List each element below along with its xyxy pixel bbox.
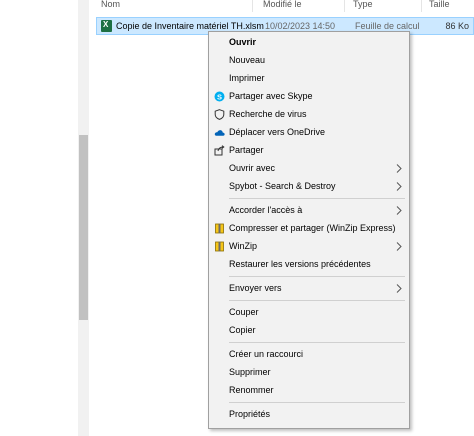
navigation-pane — [0, 0, 78, 436]
column-divider[interactable] — [421, 0, 422, 12]
menu-item-label: Supprimer — [229, 367, 271, 377]
chevron-right-icon — [394, 205, 403, 216]
column-header-size[interactable]: Taille — [429, 0, 450, 9]
menu-item-label: Ouvrir — [229, 37, 257, 47]
menu-separator — [229, 300, 405, 301]
menu-item-share[interactable]: Partager — [209, 142, 409, 160]
menu-item-delete[interactable]: Supprimer — [209, 364, 409, 382]
chevron-right-icon — [394, 163, 403, 174]
skype-icon: S — [214, 91, 225, 102]
menu-item-new[interactable]: Nouveau — [209, 52, 409, 70]
svg-text:S: S — [217, 92, 222, 101]
context-menu: Ouvrir Nouveau Imprimer S Partager avec … — [208, 31, 410, 429]
menu-item-properties[interactable]: Propriétés — [209, 406, 409, 424]
menu-item-winzip[interactable]: WinZip — [209, 238, 409, 256]
menu-item-label: Ouvrir avec — [229, 163, 276, 173]
share-icon — [214, 145, 225, 156]
file-size: 86 Ko — [445, 21, 469, 31]
column-header-modified[interactable]: Modifié le — [263, 0, 302, 9]
menu-item-winzip-express[interactable]: Compresser et partager (WinZip Express) — [209, 220, 409, 238]
menu-item-label: Imprimer — [229, 73, 265, 83]
menu-item-label: Recherche de virus — [229, 109, 307, 119]
chevron-right-icon — [394, 181, 403, 192]
file-name: Copie de Inventaire matériel TH.xlsm — [116, 21, 264, 31]
winzip-icon — [214, 241, 225, 252]
menu-item-share-skype[interactable]: S Partager avec Skype — [209, 88, 409, 106]
menu-separator — [229, 276, 405, 277]
column-header-type[interactable]: Type — [353, 0, 373, 9]
column-header-name[interactable]: Nom — [101, 0, 120, 9]
menu-item-label: Envoyer vers — [229, 283, 282, 293]
menu-item-label: Partager — [229, 145, 264, 155]
menu-item-send-to[interactable]: Envoyer vers — [209, 280, 409, 298]
menu-item-virus-scan[interactable]: Recherche de virus — [209, 106, 409, 124]
scrollbar-thumb[interactable] — [79, 135, 88, 320]
chevron-right-icon — [394, 283, 403, 294]
winzip-icon — [214, 223, 225, 234]
menu-item-spybot[interactable]: Spybot - Search & Destroy — [209, 178, 409, 196]
menu-item-label: Nouveau — [229, 55, 266, 65]
column-headers: Nom Modifié le Type Taille — [89, 0, 474, 12]
menu-item-label: WinZip — [229, 241, 258, 251]
menu-item-copy[interactable]: Copier — [209, 322, 409, 340]
menu-item-label: Déplacer vers OneDrive — [229, 127, 326, 137]
onedrive-cloud-icon — [214, 127, 225, 138]
menu-item-cut[interactable]: Couper — [209, 304, 409, 322]
menu-item-label: Renommer — [229, 385, 274, 395]
menu-item-label: Créer un raccourci — [229, 349, 304, 359]
menu-item-label: Copier — [229, 325, 256, 335]
menu-separator — [229, 402, 405, 403]
excel-file-icon — [101, 20, 112, 32]
column-divider[interactable] — [252, 0, 253, 12]
menu-item-label: Propriétés — [229, 409, 271, 419]
menu-item-label: Couper — [229, 307, 259, 317]
shield-icon — [214, 109, 225, 120]
file-modified-date: 10/02/2023 14:50 — [265, 21, 336, 31]
menu-item-rename[interactable]: Renommer — [209, 382, 409, 400]
menu-item-label: Restaurer les versions précédentes — [229, 259, 371, 269]
menu-item-label: Accorder l'accès à — [229, 205, 303, 215]
menu-item-restore-versions[interactable]: Restaurer les versions précédentes — [209, 256, 409, 274]
menu-separator — [229, 198, 405, 199]
menu-item-open-with[interactable]: Ouvrir avec — [209, 160, 409, 178]
chevron-right-icon — [394, 241, 403, 252]
menu-separator — [229, 342, 405, 343]
menu-item-move-onedrive[interactable]: Déplacer vers OneDrive — [209, 124, 409, 142]
menu-item-create-shortcut[interactable]: Créer un raccourci — [209, 346, 409, 364]
file-type: Feuille de calcul — [355, 21, 420, 31]
menu-item-label: Compresser et partager (WinZip Express) — [229, 223, 396, 233]
menu-item-print[interactable]: Imprimer — [209, 70, 409, 88]
menu-item-give-access[interactable]: Accorder l'accès à — [209, 202, 409, 220]
menu-item-open[interactable]: Ouvrir — [209, 34, 409, 52]
menu-item-label: Spybot - Search & Destroy — [229, 181, 336, 191]
column-divider[interactable] — [344, 0, 345, 12]
menu-item-label: Partager avec Skype — [229, 91, 313, 101]
